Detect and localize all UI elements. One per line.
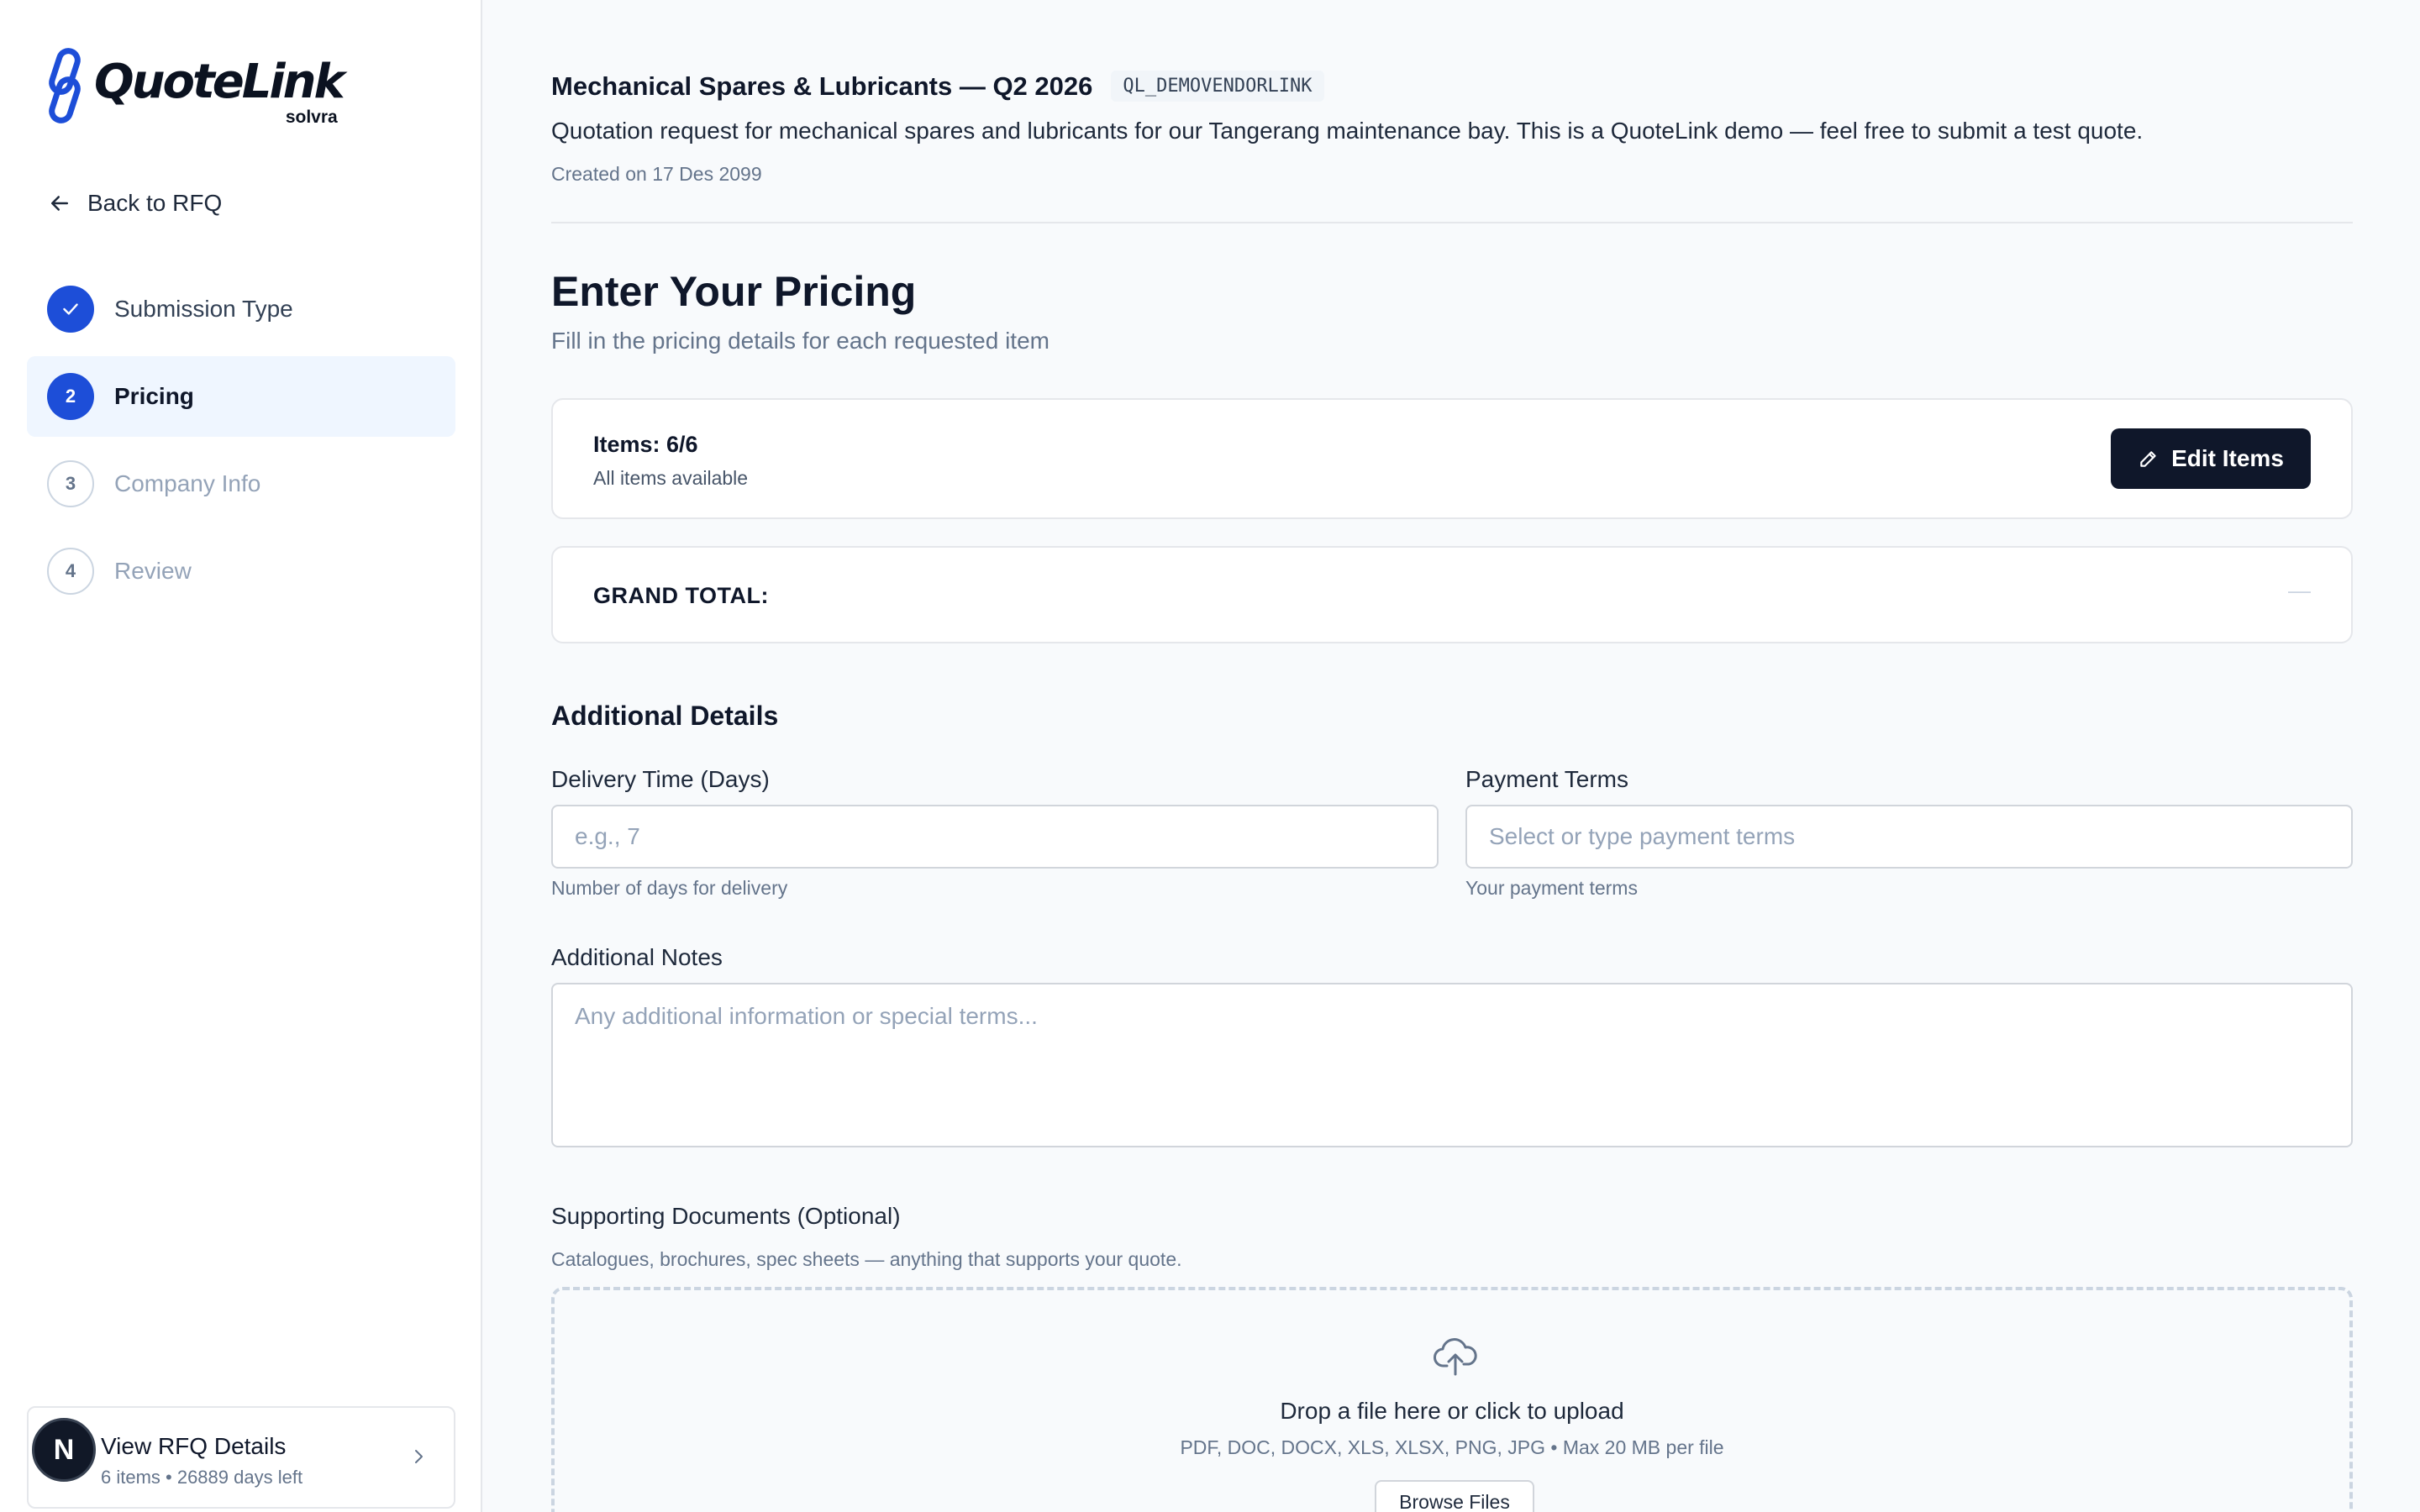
chevron-right-icon xyxy=(415,1450,423,1463)
brand-sub: solvra xyxy=(285,108,338,127)
dropzone-help: PDF, DOC, DOCX, XLS, XLSX, PNG, JPG • Ma… xyxy=(1180,1436,1724,1458)
edit-items-label: Edit Items xyxy=(2171,445,2284,471)
payment-terms-help: Your payment terms xyxy=(1465,877,1638,899)
brand-logo[interactable]: QuoteLink solvra xyxy=(44,47,345,127)
rfq-card-meta: 6 items • 26889 days left xyxy=(101,1467,303,1488)
items-count: Items: 6/6 xyxy=(593,432,698,457)
payment-terms-input[interactable] xyxy=(1465,805,2353,869)
file-dropzone[interactable]: Drop a file here or click to upload PDF,… xyxy=(551,1287,2353,1512)
delivery-time-label: Delivery Time (Days) xyxy=(551,766,770,792)
additional-notes-textarea[interactable] xyxy=(551,983,2353,1147)
browse-files-button[interactable]: Browse Files xyxy=(1375,1480,1534,1512)
supporting-documents-subtitle: Catalogues, brochures, spec sheets — any… xyxy=(551,1248,1182,1270)
step-list: Submission Type 2 Pricing 3 Company Info… xyxy=(27,269,455,618)
step-4-label: Review xyxy=(114,558,192,584)
section-subtitle: Fill in the pricing details for each req… xyxy=(551,328,1050,354)
payment-terms-label: Payment Terms xyxy=(1465,766,1628,792)
avatar: N xyxy=(32,1418,96,1482)
delivery-time-input[interactable] xyxy=(551,805,1439,869)
step-1-indicator xyxy=(47,286,94,333)
supporting-documents-title: Supporting Documents (Optional) xyxy=(551,1203,901,1229)
step-company-info[interactable]: 3 Company Info xyxy=(27,444,455,524)
section-title: Enter Your Pricing xyxy=(551,268,917,315)
cloud-upload-icon xyxy=(1434,1338,1477,1376)
step-review[interactable]: 4 Review xyxy=(27,531,455,612)
rfq-description: Quotation request for mechanical spares … xyxy=(551,118,2144,144)
grand-total-label: GRAND TOTAL: xyxy=(593,583,769,608)
back-to-rfq-label: Back to RFQ xyxy=(87,190,223,216)
dropzone-text: Drop a file here or click to upload xyxy=(1280,1398,1624,1424)
rfq-code-badge: QL_DEMOVENDORLINK xyxy=(1111,71,1324,102)
items-status: All items available xyxy=(593,467,749,489)
delivery-time-help: Number of days for delivery xyxy=(551,877,788,899)
brand-name: QuoteLink xyxy=(94,55,345,109)
rfq-title: Mechanical Spares & Lubricants — Q2 2026 xyxy=(551,71,1093,101)
additional-details-title: Additional Details xyxy=(551,701,779,731)
pencil-icon xyxy=(2140,451,2156,467)
additional-notes-label: Additional Notes xyxy=(551,944,723,970)
edit-items-button[interactable]: Edit Items xyxy=(2111,428,2311,489)
rfq-created-date: Created on 17 Des 2099 xyxy=(551,163,762,185)
sidebar: QuoteLink solvra Back to RFQ Submission … xyxy=(0,0,482,1512)
step-1-label: Submission Type xyxy=(114,296,293,322)
view-rfq-details-card[interactable]: N View RFQ Details 6 items • 26889 days … xyxy=(27,1406,455,1509)
rfq-card-title: View RFQ Details xyxy=(101,1433,287,1459)
header-divider xyxy=(551,222,2353,223)
step-submission-type[interactable]: Submission Type xyxy=(27,269,455,349)
back-to-rfq-link[interactable]: Back to RFQ xyxy=(47,190,222,217)
items-summary-card: Items: 6/6 All items available Edit Item… xyxy=(551,398,2353,519)
step-pricing[interactable]: 2 Pricing xyxy=(27,356,455,437)
check-icon xyxy=(63,303,78,315)
step-2-indicator: 2 xyxy=(47,373,94,420)
step-3-label: Company Info xyxy=(114,470,261,496)
grand-total-card: GRAND TOTAL: — xyxy=(551,546,2353,643)
chain-link-icon xyxy=(49,48,81,123)
grand-total-value: — xyxy=(2288,578,2311,603)
step-2-label: Pricing xyxy=(114,383,194,409)
rfq-header: Mechanical Spares & Lubricants — Q2 2026… xyxy=(551,71,1324,102)
step-3-indicator: 3 xyxy=(47,460,94,507)
step-4-indicator: 4 xyxy=(47,548,94,595)
arrow-left-icon xyxy=(51,196,68,211)
